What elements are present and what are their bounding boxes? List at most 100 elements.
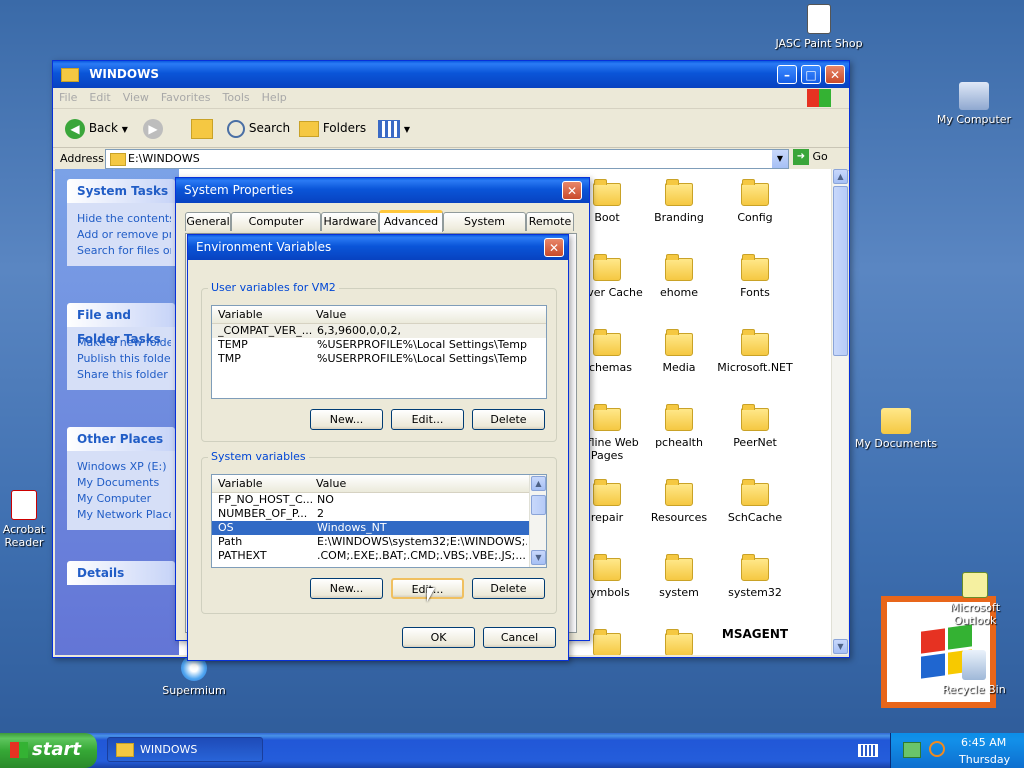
clock-day[interactable]: Thursday xyxy=(959,753,1010,766)
close-button[interactable]: ✕ xyxy=(544,238,564,257)
scroll-thumb[interactable] xyxy=(833,186,848,356)
desktop-icon-my-computer[interactable]: My Computer xyxy=(929,82,1019,126)
close-button[interactable]: ✕ xyxy=(562,181,582,200)
table-row[interactable]: PATHEXT .COM;.EXE;.BAT;.CMD;.VBS;.VBE;.JS… xyxy=(212,549,546,563)
menu-view[interactable]: View xyxy=(117,88,155,107)
scroll-down-arrow-icon[interactable]: ▼ xyxy=(531,550,546,565)
folder-item[interactable]: Media xyxy=(639,329,719,374)
table-row[interactable]: FP_NO_HOST_C... NO xyxy=(212,493,546,507)
place-my-network-places[interactable]: My Network Places xyxy=(77,508,171,521)
scroll-down-arrow-icon[interactable]: ▼ xyxy=(833,639,848,654)
table-row[interactable]: TEMP %USERPROFILE%\Local Settings\Temp xyxy=(212,338,546,352)
panel-title[interactable]: System Tasks xyxy=(67,179,175,203)
clock-time[interactable]: 6:45 AM xyxy=(961,736,1006,749)
tab-computer-name[interactable]: Computer Name xyxy=(231,212,321,246)
panel-title[interactable]: File and Folder Tasks xyxy=(67,303,175,346)
folder-item[interactable]: MSAGENT xyxy=(715,627,795,641)
desktop-icon-supermium[interactable]: Supermium xyxy=(149,655,239,697)
user-new-button[interactable]: New... xyxy=(310,409,383,430)
menu-favorites[interactable]: Favorites xyxy=(155,88,217,107)
task-hide-contents[interactable]: Hide the contents of this folder xyxy=(77,212,171,225)
forward-button[interactable]: ▶ xyxy=(143,117,163,139)
user-delete-button[interactable]: Delete xyxy=(472,409,545,430)
close-button[interactable]: ✕ xyxy=(825,65,845,84)
tab-advanced[interactable]: Advanced xyxy=(379,210,443,232)
search-tray-icon[interactable] xyxy=(929,741,945,757)
table-row[interactable]: _COMPAT_VER_... 6,3,9600,0,0,2, xyxy=(212,324,546,338)
tab-system-restore[interactable]: System Restore xyxy=(443,212,526,246)
system-delete-button[interactable]: Delete xyxy=(472,578,545,599)
tab-hardware[interactable]: Hardware xyxy=(321,212,379,231)
menu-file[interactable]: File xyxy=(53,88,83,107)
desktop-icon-paintshop[interactable]: JASC Paint Shop Pro 7 xyxy=(774,4,864,51)
tab-general[interactable]: General xyxy=(185,212,231,231)
system-variables-scrollbar[interactable]: ▲ ▼ xyxy=(529,475,546,567)
place-my-documents[interactable]: My Documents xyxy=(77,476,171,489)
cancel-button[interactable]: Cancel xyxy=(483,627,556,648)
folder-item[interactable]: system32 xyxy=(715,554,795,599)
column-header-value[interactable]: Value xyxy=(316,308,346,321)
column-header-variable[interactable]: Variable xyxy=(218,308,263,321)
desktop-icon-my-documents[interactable]: My Documents xyxy=(851,408,941,450)
folders-button[interactable]: Folders xyxy=(299,117,366,139)
panel-title[interactable]: Details xyxy=(67,561,175,585)
folder-item[interactable]: Resources xyxy=(639,479,719,524)
go-button[interactable]: ➜ Go xyxy=(793,149,828,165)
task-search-files[interactable]: Search for files or folders xyxy=(77,244,171,257)
environment-variables-titlebar[interactable]: Environment Variables ✕ xyxy=(188,235,568,260)
scroll-up-arrow-icon[interactable]: ▲ xyxy=(833,169,848,184)
folder-item[interactable]: Microsoft.NET xyxy=(715,329,795,374)
scroll-thumb[interactable] xyxy=(531,495,546,515)
desktop-icon-recycle-bin[interactable]: Recycle Bin xyxy=(929,650,1019,696)
column-header-value[interactable]: Value xyxy=(316,477,346,490)
maximize-button[interactable]: □ xyxy=(801,65,821,84)
desktop-icon-acrobat[interactable]: Acrobat Reader xyxy=(0,490,56,549)
table-row-selected[interactable]: OS Windows_NT xyxy=(212,521,529,535)
system-variables-list[interactable]: Variable Value FP_NO_HOST_C... NO NUMBER_… xyxy=(211,474,547,568)
task-publish-folder[interactable]: Publish this folder to the Web xyxy=(77,352,171,365)
views-button[interactable]: ▼ xyxy=(378,117,410,139)
network-icon[interactable] xyxy=(903,742,921,758)
table-row[interactable]: TMP %USERPROFILE%\Local Settings\Temp xyxy=(212,352,546,366)
menu-edit[interactable]: Edit xyxy=(83,88,116,107)
task-new-folder[interactable]: Make a new folder xyxy=(77,336,171,349)
folder-item[interactable]: PeerNet xyxy=(715,404,795,449)
taskbar-button-windows[interactable]: WINDOWS xyxy=(107,737,263,762)
folder-item[interactable]: system xyxy=(639,554,719,599)
task-share-folder[interactable]: Share this folder xyxy=(77,368,171,381)
search-button[interactable]: Search xyxy=(227,117,290,139)
system-properties-titlebar[interactable]: System Properties ✕ xyxy=(176,178,589,203)
address-dropdown-button[interactable]: ▼ xyxy=(772,150,788,168)
menu-tools[interactable]: Tools xyxy=(217,88,256,107)
place-windows-xp-drive[interactable]: Windows XP (E:) xyxy=(77,460,171,473)
menu-help[interactable]: Help xyxy=(256,88,293,107)
table-row[interactable]: Path E:\WINDOWS\system32;E:\WINDOWS;... xyxy=(212,535,546,549)
explorer-titlebar[interactable]: WINDOWS – □ ✕ xyxy=(53,61,849,88)
folder-item[interactable]: Config xyxy=(715,179,795,224)
user-variables-list[interactable]: Variable Value _COMPAT_VER_... 6,3,9600,0… xyxy=(211,305,547,399)
keyboard-icon[interactable] xyxy=(858,744,878,757)
up-folder-button[interactable] xyxy=(191,117,213,139)
scroll-up-arrow-icon[interactable]: ▲ xyxy=(531,476,546,491)
ok-button[interactable]: OK xyxy=(402,627,475,648)
minimize-button[interactable]: – xyxy=(777,65,797,84)
folder-item[interactable]: ehome xyxy=(639,254,719,299)
desktop-icon-outlook[interactable]: Microsoft Outlook xyxy=(930,572,1020,627)
folder-item[interactable] xyxy=(639,629,719,655)
table-row[interactable]: NUMBER_OF_P... 2 xyxy=(212,507,546,521)
place-my-computer[interactable]: My Computer xyxy=(77,492,171,505)
panel-title[interactable]: Other Places xyxy=(67,427,175,451)
start-button[interactable]: start xyxy=(0,733,97,768)
folder-item[interactable]: Branding xyxy=(639,179,719,224)
system-new-button[interactable]: New... xyxy=(310,578,383,599)
tab-remote[interactable]: Remote xyxy=(526,212,574,231)
task-add-remove-programs[interactable]: Add or remove programs xyxy=(77,228,171,241)
back-button[interactable]: ◀ Back ▼ xyxy=(65,117,128,139)
folder-view-scrollbar[interactable]: ▲ ▼ xyxy=(831,169,848,655)
user-edit-button[interactable]: Edit... xyxy=(391,409,464,430)
column-header-variable[interactable]: Variable xyxy=(218,477,263,490)
folder-item[interactable]: SchCache xyxy=(715,479,795,524)
folder-item[interactable]: pchealth xyxy=(639,404,719,449)
address-input[interactable]: E:\WINDOWS ▼ xyxy=(105,149,789,169)
folder-item[interactable]: Fonts xyxy=(715,254,795,299)
